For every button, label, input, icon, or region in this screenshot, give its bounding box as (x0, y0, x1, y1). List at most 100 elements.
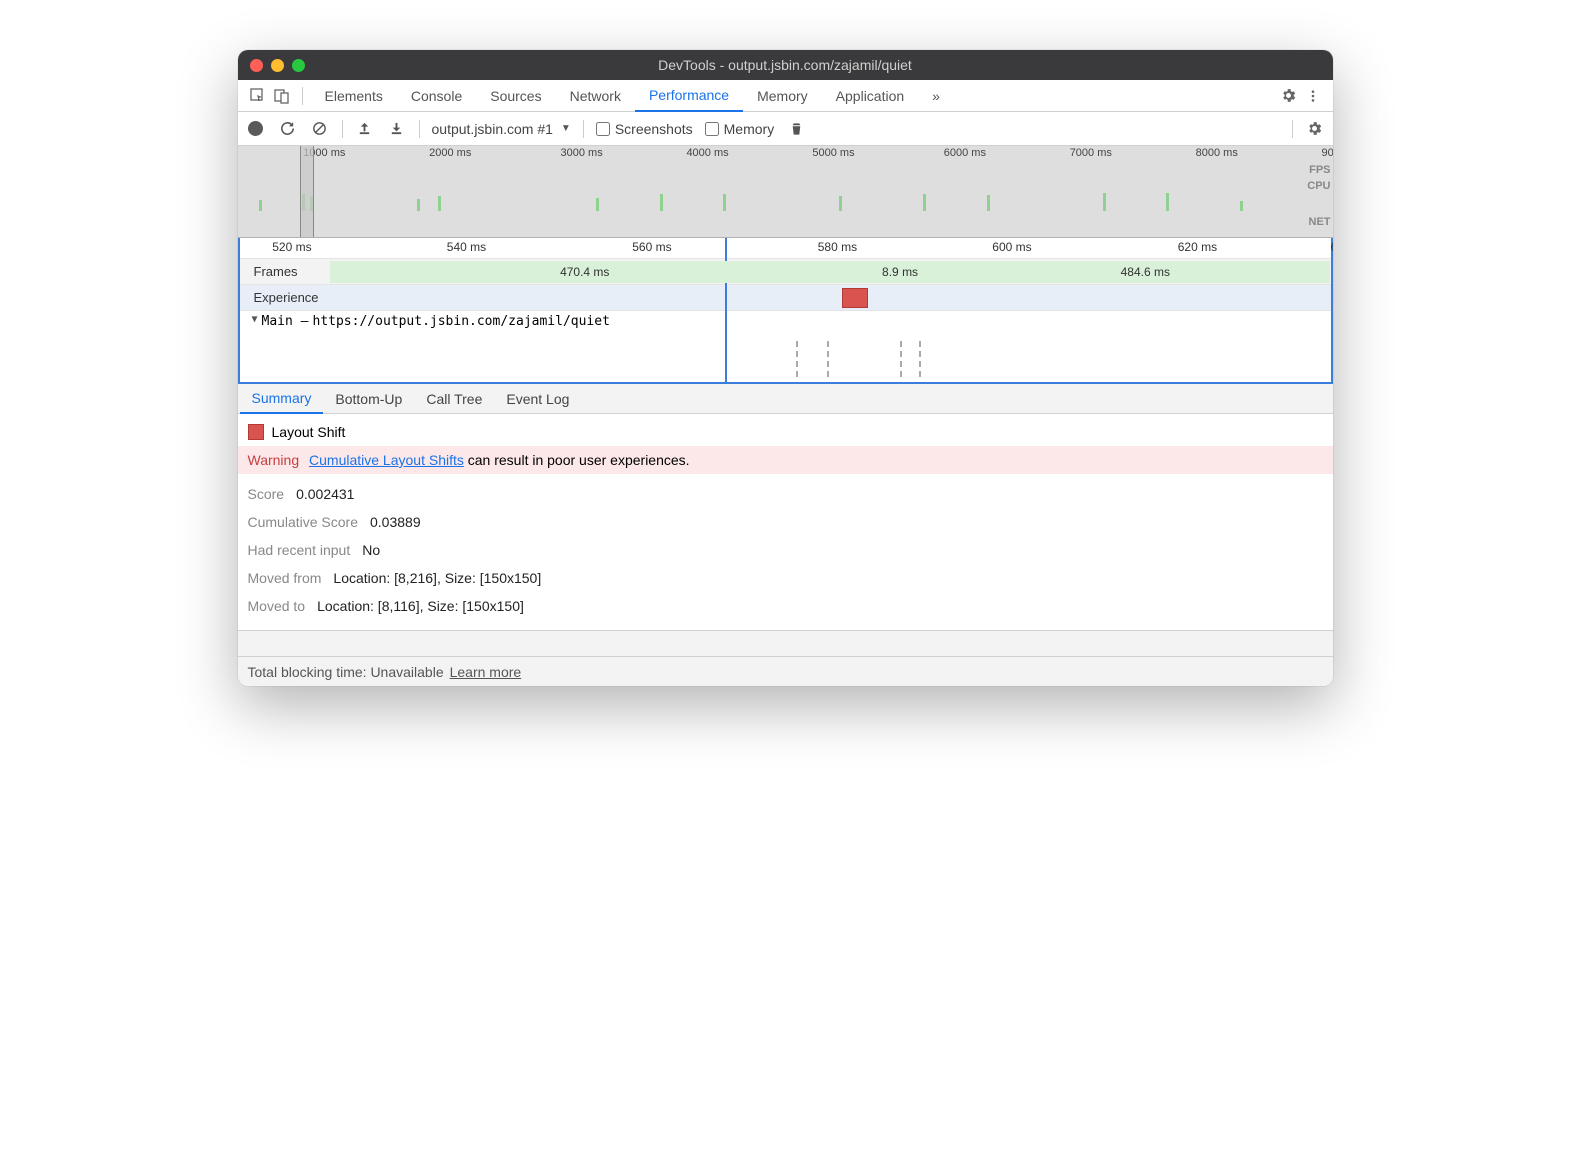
experience-row: Experience (240, 284, 1331, 310)
tab-sources[interactable]: Sources (476, 80, 555, 112)
tab-call-tree[interactable]: Call Tree (414, 384, 494, 414)
stat-key: Cumulative Score (248, 514, 359, 530)
close-button[interactable] (250, 59, 263, 72)
layout-shift-block[interactable] (842, 288, 868, 308)
stat-key: Had recent input (248, 542, 351, 558)
download-icon[interactable] (387, 119, 407, 139)
screenshots-checkbox[interactable]: Screenshots (596, 121, 693, 137)
tab-console[interactable]: Console (397, 80, 476, 112)
tab-application[interactable]: Application (822, 80, 919, 112)
memory-label: Memory (724, 121, 775, 137)
overview-tick: 2000 ms (429, 147, 471, 159)
tbt-bar: Total blocking time: Unavailable Learn m… (238, 656, 1333, 686)
flamechart-ruler: 520 ms540 ms560 ms580 ms600 ms620 ms640 (240, 238, 1331, 258)
main-label[interactable]: ▼ Main — https://output.jsbin.com/zajami… (240, 311, 1331, 329)
learn-more-link[interactable]: Learn more (450, 664, 522, 680)
warning-row: Warning Cumulative Layout Shifts can res… (238, 446, 1333, 474)
settings-icon[interactable] (1277, 87, 1301, 104)
overview-panel[interactable]: 1000 ms2000 ms3000 ms4000 ms5000 ms6000 … (238, 146, 1333, 238)
kebab-menu-icon[interactable] (1301, 89, 1325, 103)
overview-tick: 90 (1322, 147, 1333, 159)
device-toggle-icon[interactable] (270, 88, 294, 104)
ruler-tick: 640 (1331, 240, 1333, 254)
main-flame-area[interactable] (240, 329, 1331, 377)
frame-block[interactable]: 484.6 ms (960, 261, 1330, 283)
fps-bar (438, 196, 441, 211)
tbt-label: Total blocking time: Unavailable (248, 664, 444, 680)
disclosure-triangle-icon[interactable]: ▼ (252, 314, 258, 325)
reload-icon[interactable] (278, 119, 298, 139)
tab-bottom-up[interactable]: Bottom-Up (323, 384, 414, 414)
net-label: NET (1307, 214, 1330, 230)
fps-bar (259, 200, 262, 211)
fps-bar (839, 196, 842, 211)
recording-label: output.jsbin.com #1 (432, 121, 553, 137)
flamechart-panel[interactable]: 520 ms540 ms560 ms580 ms600 ms620 ms640 … (238, 238, 1333, 384)
recording-selector[interactable]: output.jsbin.com #1 ▼ (432, 121, 571, 137)
window-title: DevTools - output.jsbin.com/zajamil/quie… (238, 57, 1333, 73)
flame-segment (796, 341, 829, 377)
main-url: https://output.jsbin.com/zajamil/quiet (313, 314, 610, 329)
overview-tick: 8000 ms (1196, 147, 1238, 159)
fps-bar (923, 194, 926, 211)
stat-key: Moved from (248, 570, 322, 586)
inspect-icon[interactable] (246, 88, 270, 104)
stat-row: Moved from Location: [8,216], Size: [150x… (248, 564, 1323, 592)
tab-event-log[interactable]: Event Log (494, 384, 581, 414)
separator (302, 87, 303, 105)
stat-row: Cumulative Score 0.03889 (248, 508, 1323, 536)
ruler-tick: 540 ms (447, 240, 486, 254)
stat-row: Score0.002431 (248, 480, 1323, 508)
fps-bar (987, 195, 990, 211)
tab-performance[interactable]: Performance (635, 80, 743, 112)
tab-elements[interactable]: Elements (311, 80, 397, 112)
upload-icon[interactable] (355, 119, 375, 139)
frame-block[interactable]: 470.4 ms (330, 261, 841, 283)
experience-content[interactable] (330, 285, 1331, 310)
details-tabs: Summary Bottom-Up Call Tree Event Log (238, 384, 1333, 414)
summary-stats: Score0.002431 Cumulative Score 0.03889 Had … (248, 474, 1323, 626)
overview-tick: 5000 ms (812, 147, 854, 159)
stat-value: 0.03889 (370, 514, 421, 530)
screenshots-label: Screenshots (615, 121, 693, 137)
ruler-tick: 580 ms (818, 240, 857, 254)
frame-block[interactable]: 8.9 ms (840, 261, 960, 283)
capture-settings-icon[interactable] (1305, 119, 1325, 139)
layout-shift-swatch (248, 424, 264, 440)
maximize-button[interactable] (292, 59, 305, 72)
tab-summary[interactable]: Summary (240, 384, 324, 414)
memory-checkbox[interactable]: Memory (705, 121, 775, 137)
tab-network[interactable]: Network (556, 80, 635, 112)
overview-ruler: 1000 ms2000 ms3000 ms4000 ms5000 ms6000 … (238, 146, 1333, 162)
performance-toolbar: output.jsbin.com #1 ▼ Screenshots Memory (238, 112, 1333, 146)
flame-segment (900, 341, 922, 377)
main-tabs: Elements Console Sources Network Perform… (238, 80, 1333, 112)
memory-input[interactable] (705, 122, 719, 136)
fps-label: FPS (1307, 162, 1330, 178)
overview-track-labels: FPS CPU NET (1307, 162, 1330, 230)
overview-tick: 7000 ms (1070, 147, 1112, 159)
ruler-tick: 620 ms (1178, 240, 1217, 254)
frames-label: Frames (240, 264, 330, 279)
titlebar: DevTools - output.jsbin.com/zajamil/quie… (238, 50, 1333, 80)
tabs-overflow[interactable]: » (918, 80, 954, 112)
warning-text: can result in poor user experiences. (464, 452, 690, 468)
trash-icon[interactable] (786, 119, 806, 139)
record-button[interactable] (246, 119, 266, 139)
warning-label: Warning (248, 452, 300, 468)
frames-content[interactable]: 470.4 ms8.9 ms484.6 ms (330, 259, 1331, 284)
chevron-down-icon: ▼ (561, 123, 571, 134)
separator (342, 120, 343, 138)
clear-icon[interactable] (310, 119, 330, 139)
separator (419, 120, 420, 138)
tab-memory[interactable]: Memory (743, 80, 822, 112)
stat-value: No (362, 542, 380, 558)
overview-selection-handle[interactable] (300, 146, 314, 237)
stat-value: Location: [8,116], Size: [150x150] (317, 598, 524, 614)
screenshots-input[interactable] (596, 122, 610, 136)
stat-value: Location: [8,216], Size: [150x150] (333, 570, 541, 586)
cls-link[interactable]: Cumulative Layout Shifts (309, 452, 464, 468)
summary-panel: Layout Shift Warning Cumulative Layout S… (238, 414, 1333, 630)
fps-bar (660, 194, 663, 211)
minimize-button[interactable] (271, 59, 284, 72)
